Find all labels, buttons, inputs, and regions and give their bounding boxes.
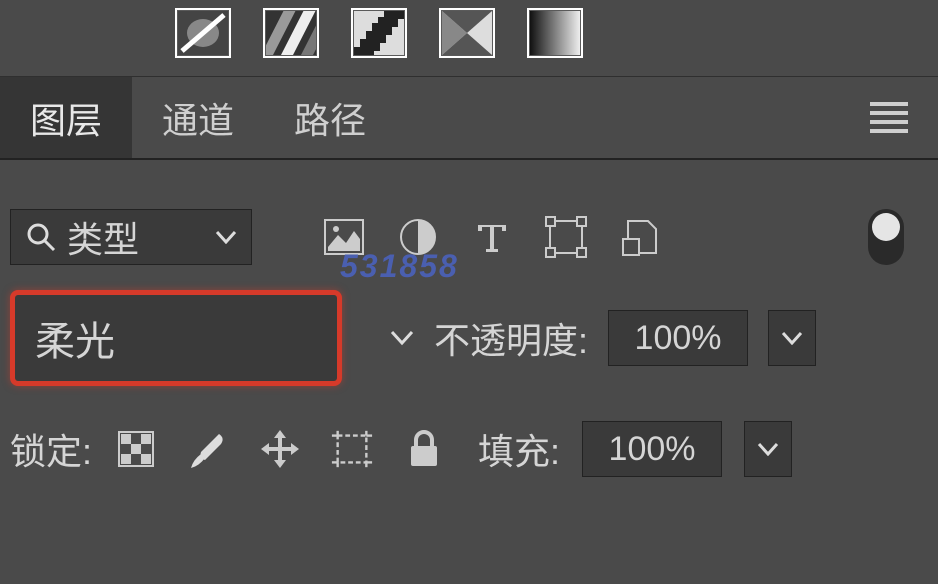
tab-layers[interactable]: 图层 <box>0 77 132 158</box>
lock-icons <box>114 427 446 471</box>
lock-transparency-icon[interactable] <box>114 427 158 471</box>
toggle-knob <box>872 213 900 241</box>
swatch-jagged-icon[interactable] <box>351 8 407 58</box>
swatch-triangles-icon[interactable] <box>439 8 495 58</box>
blend-row: 柔光 不透明度: 100% <box>0 290 938 386</box>
swatches-strip <box>0 0 938 76</box>
fill-chevron-icon[interactable] <box>744 421 792 477</box>
tab-channels[interactable]: 通道 <box>132 77 264 158</box>
lock-row: 锁定: <box>0 414 938 484</box>
lock-all-icon[interactable] <box>402 427 446 471</box>
lock-label: 锁定: <box>10 423 92 475</box>
fill-label: 填充: <box>478 423 560 475</box>
fill-input[interactable]: 100% <box>582 421 722 477</box>
blend-mode-dropdown[interactable]: 柔光 <box>10 290 342 386</box>
lock-brush-icon[interactable] <box>186 427 230 471</box>
blend-mode-value: 柔光 <box>35 309 115 367</box>
watermark: 531858 <box>340 248 459 285</box>
lock-position-icon[interactable] <box>258 427 302 471</box>
swatch-stripes-icon[interactable] <box>263 8 319 58</box>
swatch-slash-icon[interactable] <box>175 8 231 58</box>
filter-smartobject-icon[interactable] <box>618 215 662 259</box>
opacity-chevron-icon[interactable] <box>768 310 816 366</box>
lock-artboard-icon[interactable] <box>330 427 374 471</box>
filter-type-icon[interactable] <box>470 215 514 259</box>
panel-tabs: 图层 通道 路径 <box>0 76 938 160</box>
blend-mode-chevron-icon[interactable] <box>390 330 414 346</box>
panel-menu-icon[interactable] <box>870 102 908 133</box>
tab-paths[interactable]: 路径 <box>264 77 396 158</box>
chevron-down-icon <box>215 230 237 244</box>
opacity-input[interactable]: 100% <box>608 310 748 366</box>
filter-kind-label: 类型 <box>67 211 139 263</box>
layer-filter-row: 类型 <box>0 202 938 272</box>
filter-toggle[interactable] <box>868 209 904 265</box>
swatch-gradient-icon[interactable] <box>527 8 583 58</box>
search-icon <box>25 221 57 253</box>
opacity-label: 不透明度: <box>434 312 588 364</box>
filter-shape-icon[interactable] <box>544 215 588 259</box>
filter-kind-dropdown[interactable]: 类型 <box>10 209 252 265</box>
